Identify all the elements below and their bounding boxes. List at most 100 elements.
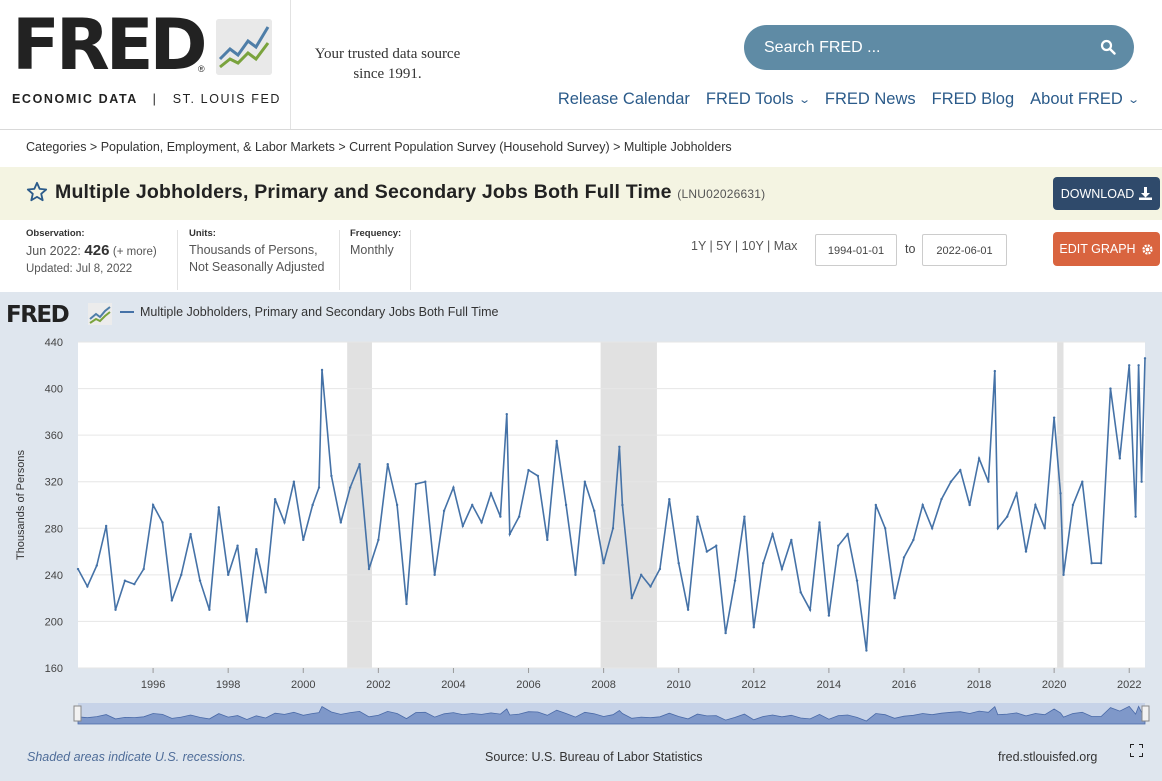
data-point [668,497,671,501]
data-point [245,620,249,623]
x-tick-label: 2008 [591,679,615,691]
data-point [808,608,812,611]
data-point [151,503,155,507]
navigator-handle-left [73,705,82,722]
data-point [330,474,333,478]
data-point [170,599,174,602]
data-point [517,515,521,518]
data-point [827,614,831,617]
data-point [180,573,183,577]
data-point [780,567,784,571]
data-point [424,480,427,483]
data-point [208,608,211,611]
data-point [1099,562,1103,565]
data-point [414,482,418,486]
data-point [818,521,821,524]
data-point [226,573,230,577]
data-point [555,439,558,443]
data-point [320,368,324,372]
y-tick-label: 240 [45,570,63,582]
data-point [283,521,286,524]
data-point [114,608,117,611]
line-chart[interactable]: 160 200 240 280 320 360 400 440 1996 1998 2000 2002… [0,0,1162,740]
data-point [480,521,483,524]
data-point [987,480,990,483]
data-point [1118,457,1122,460]
data-point [489,492,493,495]
data-point [395,503,399,507]
data-point [255,548,258,551]
data-point [865,649,868,652]
data-point [527,468,530,472]
data-point [893,596,896,600]
data-point [949,480,953,483]
data-point [621,503,624,507]
y-tick-label: 440 [45,337,63,349]
data-point [902,556,906,559]
data-point [292,480,296,483]
data-point [921,503,924,507]
data-point [217,506,220,509]
data-point [508,532,511,536]
data-point [1090,562,1093,565]
y-tick-label: 200 [45,616,63,628]
recession-note: Shaded areas indicate U.S. recessions. [27,750,246,764]
data-point [302,538,305,542]
data-point [1059,492,1062,495]
data-point [433,573,436,577]
data-point [358,463,361,466]
data-point [602,562,605,565]
data-point [198,579,202,582]
data-point [752,626,755,629]
data-point [1143,357,1147,360]
data-point [86,585,89,588]
data-point [790,538,793,542]
data-point [618,445,621,448]
data-point [993,369,997,373]
x-tick-label: 2016 [892,679,916,691]
data-point [367,567,371,571]
data-point [658,567,662,571]
data-point [583,480,587,483]
data-point [95,564,98,567]
data-point [855,579,859,582]
source-note: Source: U.S. Bureau of Labor Statistics [485,750,703,764]
data-point [686,608,690,611]
data-point [161,521,164,524]
data-point [123,579,127,582]
x-tick-label: 2014 [817,679,841,691]
data-point [1034,503,1037,507]
x-tick-label: 1996 [141,679,165,691]
data-point [883,527,887,530]
data-point [874,503,878,507]
x-tick-label: 2020 [1042,679,1066,691]
data-point [743,515,746,518]
data-point [236,544,239,547]
x-tick-label: 2000 [291,679,315,691]
data-point [715,544,718,547]
data-point [639,573,643,577]
data-point [264,591,267,594]
data-point [386,463,389,466]
x-tick-label: 2010 [666,679,690,691]
y-axis-label: Thousands of Persons [15,449,27,560]
fullscreen-icon[interactable] [1130,744,1143,757]
data-point [677,562,680,565]
data-point [1109,387,1112,390]
data-point [339,521,343,524]
data-point [771,532,774,536]
y-tick-label: 400 [45,384,63,396]
x-tick-label: 1998 [216,679,240,691]
data-point [799,591,802,594]
data-point [959,468,962,472]
data-point [940,497,943,501]
data-point [377,538,380,542]
data-point [133,582,136,586]
fred-url[interactable]: fred.stlouisfed.org [998,750,1097,764]
data-point [1137,364,1140,367]
data-point [499,515,502,518]
data-point [311,503,314,507]
data-point [405,602,408,606]
y-tick-label: 320 [45,477,63,489]
data-point [996,527,1000,530]
